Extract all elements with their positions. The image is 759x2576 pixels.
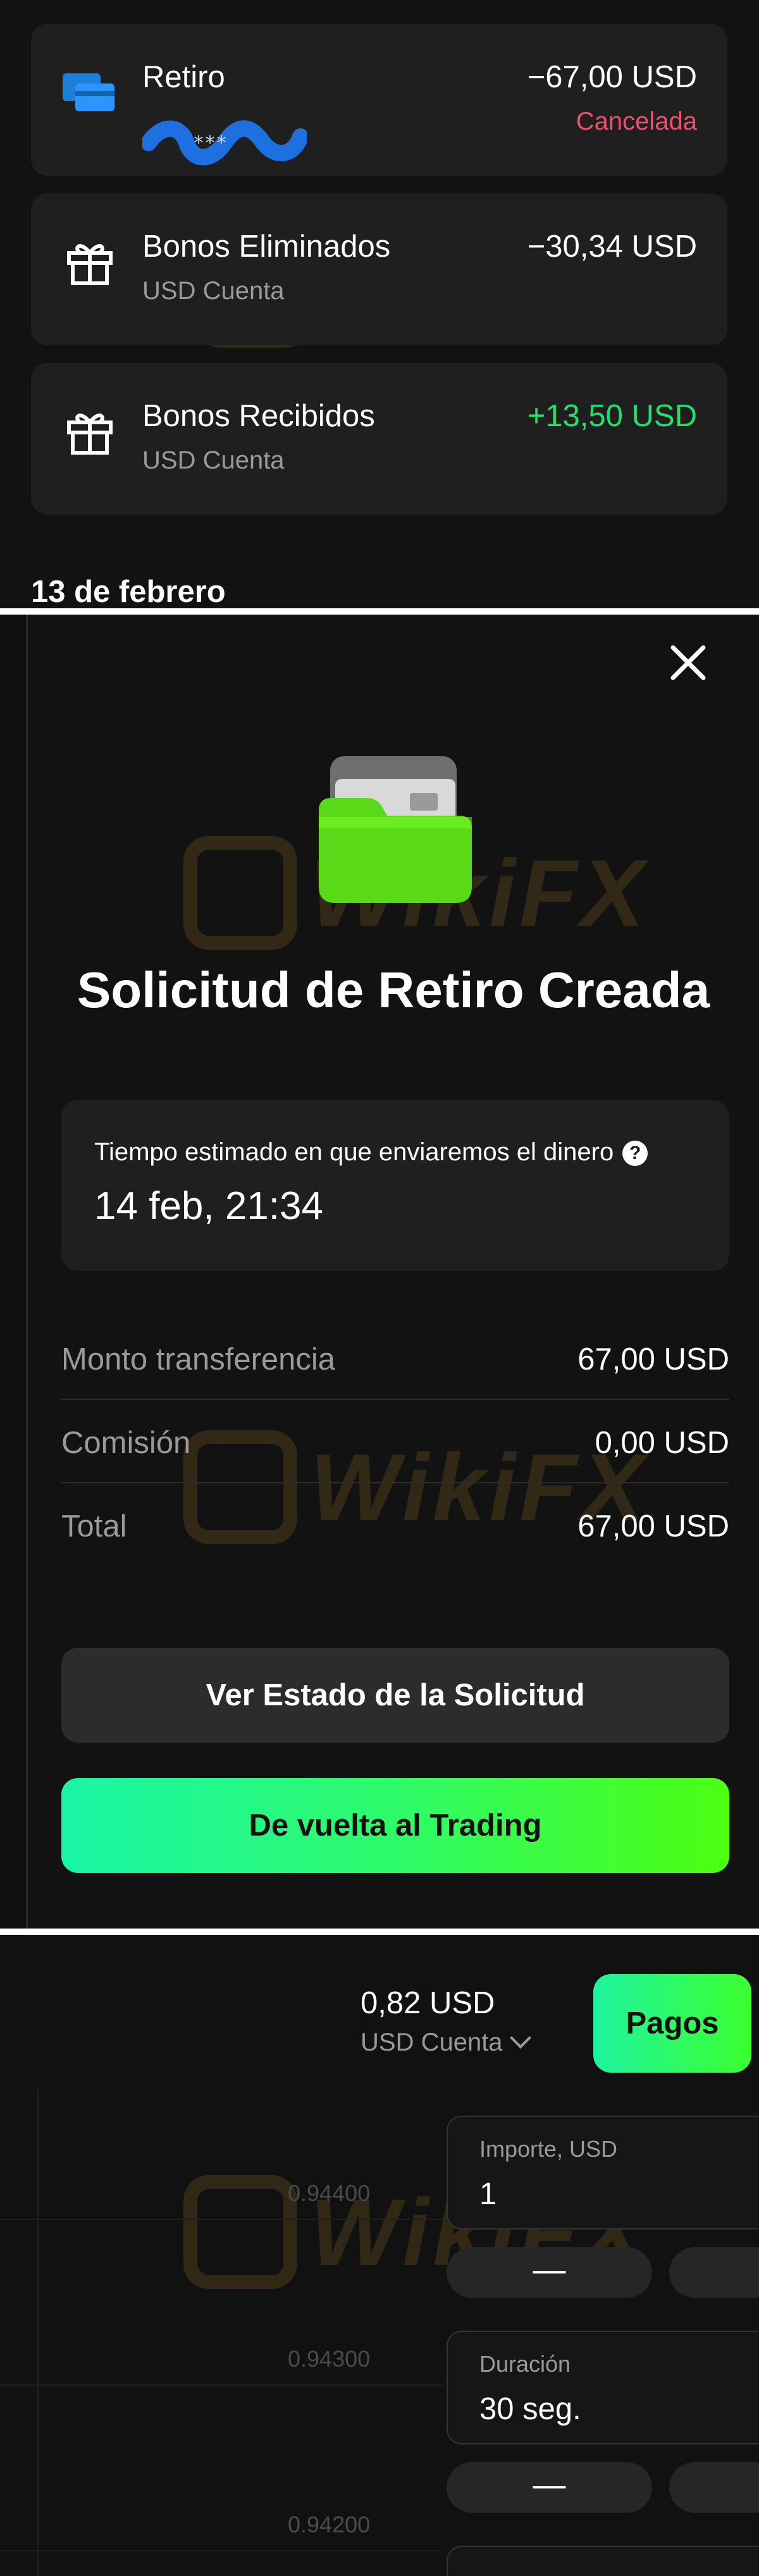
transactions-panel: WikiFX Retiro *** −67,00 USD Cancelada — [0, 0, 759, 608]
watermark-logo — [183, 836, 297, 950]
transaction-amount: −30,34 USD — [527, 230, 697, 264]
transaction-amount: +13,50 USD — [527, 399, 697, 433]
summary-row: Monto transferencia 67,00 USD — [61, 1316, 729, 1400]
next-field[interactable] — [447, 2546, 759, 2576]
amount-increase-button[interactable] — [669, 2247, 759, 2298]
close-icon — [670, 645, 706, 680]
payments-button[interactable]: Pagos — [593, 1974, 751, 2073]
transaction-item[interactable]: Bonos Recibidos USD Cuenta +13,50 USD — [31, 363, 727, 515]
transaction-account: USD Cuenta — [142, 446, 285, 474]
gift-icon — [61, 231, 118, 288]
gift-icon — [61, 401, 118, 458]
transaction-amount: −67,00 USD — [527, 60, 697, 94]
withdrawal-modal: WikiFX WikiFX Solicitud de Retiro Creada… — [0, 615, 759, 1929]
transaction-status: Cancelada — [576, 107, 697, 135]
amount-field[interactable]: Importe, USD 1 — [447, 2116, 759, 2229]
price-chart[interactable] — [0, 2087, 443, 2576]
summary-value: 67,00 USD — [577, 1509, 729, 1543]
trading-panel: WikiFX 0,82 USD USD Cuenta Pagos 0.94400… — [0, 1935, 759, 2576]
transaction-account: USD Cuenta — [142, 277, 285, 305]
price-tick: 0.94300 — [288, 2346, 371, 2372]
duration-value: 30 seg. — [479, 2392, 581, 2426]
background-edge — [0, 615, 28, 1929]
masked-account-scribble: *** — [140, 118, 309, 167]
summary-label: Total — [61, 1509, 127, 1543]
view-request-status-button[interactable]: Ver Estado de la Solicitud — [61, 1648, 729, 1743]
help-icon[interactable]: ? — [622, 1141, 648, 1167]
price-tick: 0.94200 — [288, 2512, 371, 2537]
modal-title: Solicitud de Retiro Creada — [77, 962, 710, 1018]
estimate-value: 14 feb, 21:34 — [94, 1184, 323, 1228]
amount-value: 1 — [479, 2177, 497, 2211]
estimate-label-text: Tiempo estimado en que enviaremos el din… — [94, 1138, 614, 1166]
price-tick: 0.94400 — [288, 2180, 371, 2206]
duration-increase-button[interactable] — [669, 2462, 759, 2513]
chart-grid — [0, 2087, 443, 2576]
account-selector[interactable]: USD Cuenta — [361, 2027, 531, 2057]
chevron-down-icon — [509, 2027, 531, 2049]
card-icon — [61, 62, 118, 119]
amount-decrease-button[interactable]: — — [447, 2247, 652, 2298]
estimate-label: Tiempo estimado en que enviaremos el din… — [94, 1138, 648, 1167]
transaction-title: Retiro — [142, 60, 225, 94]
transaction-item[interactable]: Retiro *** −67,00 USD Cancelada — [31, 24, 727, 176]
transaction-title: Bonos Eliminados — [142, 230, 391, 264]
close-button[interactable] — [665, 640, 711, 685]
amount-label: Importe, USD — [479, 2136, 618, 2162]
duration-decrease-button[interactable]: — — [447, 2462, 652, 2513]
estimate-box: Tiempo estimado en que enviaremos el din… — [61, 1100, 729, 1271]
wallet-icon — [316, 754, 474, 905]
svg-text:***: *** — [193, 132, 227, 154]
summary-label: Monto transferencia — [61, 1342, 336, 1377]
transaction-title: Bonos Recibidos — [142, 399, 375, 433]
account-label: USD Cuenta — [361, 2028, 503, 2056]
back-to-trading-button[interactable]: De vuelta al Trading — [61, 1778, 729, 1873]
summary-row: Comisión 0,00 USD — [61, 1400, 729, 1483]
duration-label: Duración — [479, 2351, 571, 2377]
summary-value: 67,00 USD — [577, 1342, 729, 1377]
summary-value: 0,00 USD — [595, 1426, 729, 1460]
balance-amount: 0,82 USD — [361, 1986, 495, 2020]
summary-row: Total 67,00 USD — [61, 1483, 729, 1567]
date-heading: 13 de febrero — [31, 575, 226, 608]
duration-field[interactable]: Duración 30 seg. — [447, 2331, 759, 2444]
summary-label: Comisión — [61, 1426, 191, 1460]
transaction-item[interactable]: Bonos Eliminados USD Cuenta −30,34 USD — [31, 193, 727, 345]
